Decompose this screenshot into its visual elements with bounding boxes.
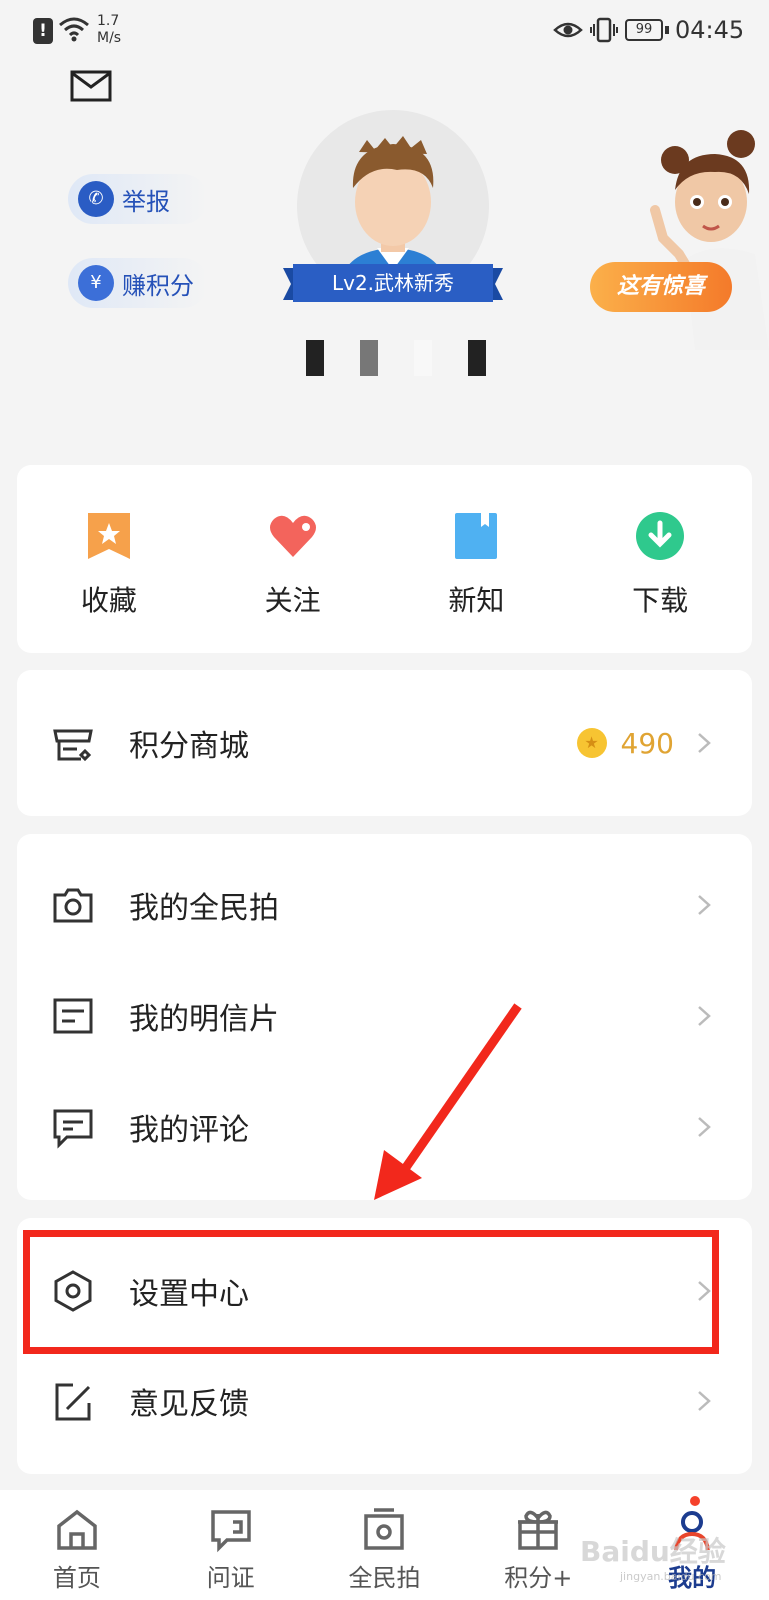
alert-icon: !: [33, 18, 53, 44]
coin-icon: ★: [576, 728, 607, 758]
row-label: 我的全民拍: [129, 891, 279, 926]
tab-crowd-photo[interactable]: 全民拍: [308, 1490, 462, 1600]
wifi-icon: [59, 17, 89, 42]
level-label: Lv2.武林新秀: [331, 271, 455, 295]
chevron-right-icon: [698, 1006, 711, 1026]
heart-icon: [269, 515, 316, 557]
annotation-arrow: [374, 1003, 522, 1200]
phone-icon: ✆: [78, 181, 114, 217]
tab-label: 全民拍: [348, 1564, 421, 1592]
highlight-box: [23, 1230, 719, 1354]
redacted-block: [306, 340, 324, 376]
chevron-right-icon: [698, 1117, 711, 1137]
gift-icon: [518, 1510, 559, 1550]
quick-download[interactable]: 下载: [568, 465, 752, 653]
battery-indicator: 99: [625, 19, 663, 41]
eye-icon: [553, 22, 583, 38]
chevron-right-icon: [698, 1391, 711, 1411]
camera-icon: [53, 888, 93, 923]
quick-label: 下载: [632, 584, 689, 617]
report-button[interactable]: ✆ 举报: [68, 174, 208, 224]
surprise-button[interactable]: 这有惊喜: [590, 262, 732, 312]
points-balance: 490: [620, 726, 674, 760]
points-mall-row[interactable]: 积分商城 ★ 490: [17, 688, 752, 798]
earn-points-label: 赚积分: [122, 271, 194, 300]
redacted-block: [468, 340, 486, 376]
quick-label: 新知: [448, 584, 505, 617]
network-speed: 1.7 M/s: [97, 13, 121, 47]
battery-tip: [665, 26, 669, 34]
mascot-illustration: [650, 130, 769, 350]
mail-icon[interactable]: [70, 70, 112, 102]
chevron-right-icon: [698, 733, 711, 753]
chevron-right-icon: [698, 895, 711, 915]
home-icon: [57, 1509, 97, 1550]
quick-label: 关注: [264, 584, 321, 617]
verify-icon: [210, 1510, 251, 1553]
status-bar: ! 1.7 M/s 99 04:45: [0, 0, 769, 60]
quick-favorites[interactable]: 收藏: [17, 465, 201, 653]
quick-new-knowledge[interactable]: 新知: [385, 465, 569, 653]
username-redacted: [306, 340, 522, 376]
earn-points-button[interactable]: ¥ 赚积分: [68, 258, 208, 308]
tab-label: 首页: [52, 1564, 101, 1592]
quick-actions-card: 收藏 关注 新知 下载: [17, 465, 752, 653]
postcard-icon: [53, 998, 93, 1034]
quick-label: 收藏: [80, 584, 137, 617]
clock: 04:45: [675, 16, 745, 44]
tab-label: 问证: [206, 1564, 255, 1592]
points-mall-label: 积分商城: [129, 729, 249, 764]
report-label: 举报: [122, 187, 170, 216]
redacted-block: [360, 340, 378, 376]
comment-icon: [53, 1109, 93, 1149]
tab-verify[interactable]: 问证: [154, 1490, 308, 1600]
points-mall-card: 积分商城 ★ 490: [17, 670, 752, 816]
shop-icon: [53, 729, 93, 762]
coins-icon: ¥: [78, 265, 114, 301]
bookmark-star-icon: [87, 513, 130, 559]
watermark: Baidu经验: [580, 1535, 726, 1568]
feedback-edit-icon: [55, 1383, 91, 1421]
quick-follow[interactable]: 关注: [201, 465, 385, 653]
row-label: 意见反馈: [129, 1387, 249, 1422]
photo-frame-icon: [364, 1508, 405, 1550]
net-speed-unit: M/s: [97, 30, 122, 46]
net-speed-value: 1.7: [97, 13, 120, 29]
vibrate-icon: [590, 17, 618, 43]
my-crowd-photos-row[interactable]: 我的全民拍: [17, 850, 752, 960]
notification-dot: [690, 1496, 700, 1506]
redacted-block: [414, 340, 432, 376]
tab-home[interactable]: 首页: [0, 1490, 154, 1600]
download-icon: [636, 512, 685, 560]
watermark-url: jingyan.baidu.com: [620, 1570, 722, 1583]
tab-label: 积分+: [504, 1564, 573, 1592]
book-icon: [455, 513, 498, 559]
feedback-row[interactable]: 意见反馈: [17, 1346, 752, 1456]
